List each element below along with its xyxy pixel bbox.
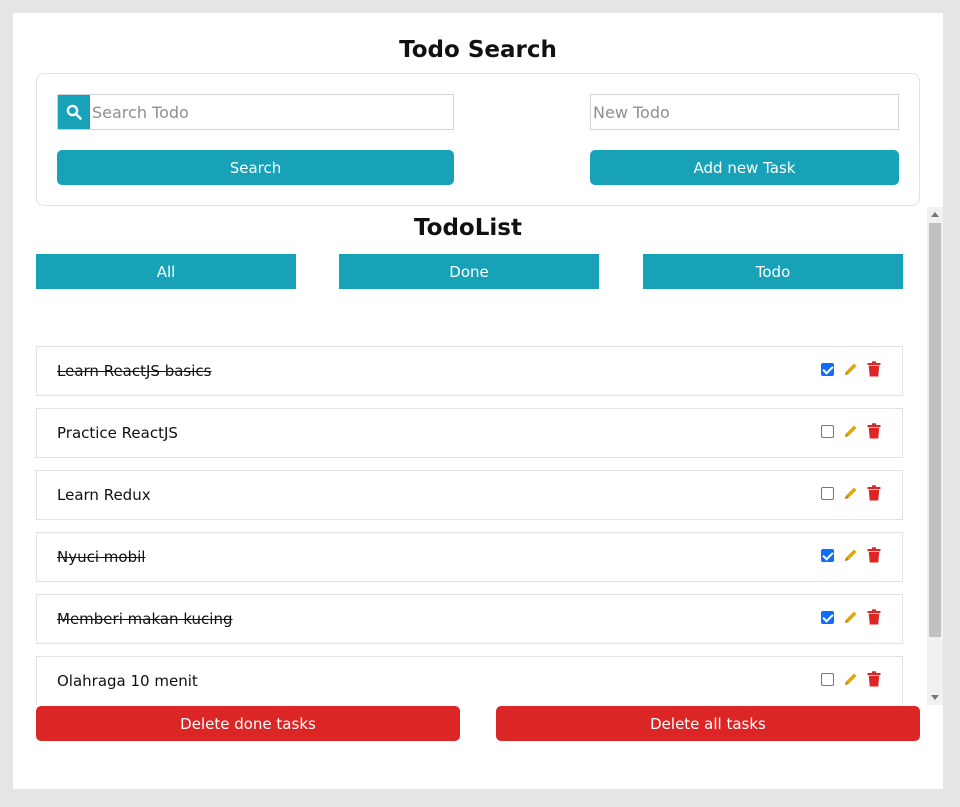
todo-item: Memberi makan kucing <box>36 594 903 644</box>
todo-item: Learn Redux <box>36 470 903 520</box>
trash-icon[interactable] <box>867 671 881 691</box>
new-todo-field <box>590 94 899 130</box>
pencil-icon[interactable] <box>843 485 859 505</box>
pencil-icon[interactable] <box>843 671 859 691</box>
todo-done-checkbox[interactable] <box>821 425 834 438</box>
search-icon <box>58 95 90 129</box>
todo-item: Olahraga 10 menit <box>36 656 903 705</box>
todo-done-checkbox[interactable] <box>821 611 834 624</box>
trash-icon[interactable] <box>867 609 881 629</box>
pencil-icon[interactable] <box>843 609 859 629</box>
todo-done-checkbox[interactable] <box>821 549 834 562</box>
todo-item-text: Nyuci mobil <box>57 548 146 566</box>
search-button[interactable]: Search <box>57 150 454 185</box>
trash-icon[interactable] <box>867 361 881 381</box>
scroll-down-arrow-icon[interactable] <box>931 695 939 700</box>
todo-item-text: Learn Redux <box>57 486 151 504</box>
add-task-button[interactable]: Add new Task <box>590 150 899 185</box>
filter-all-button[interactable]: All <box>36 254 296 289</box>
search-card: Search Add new Task <box>36 73 920 206</box>
todo-item-text: Practice ReactJS <box>57 424 178 442</box>
todo-item: Practice ReactJS <box>36 408 903 458</box>
todo-done-checkbox[interactable] <box>821 363 834 376</box>
todo-list-title: TodoList <box>414 215 522 241</box>
trash-icon[interactable] <box>867 547 881 567</box>
pencil-icon[interactable] <box>843 361 859 381</box>
todo-item-text: Olahraga 10 menit <box>57 672 198 690</box>
scroll-thumb[interactable] <box>929 223 941 637</box>
todo-item-text: Learn ReactJS basics <box>57 362 212 380</box>
todo-item: Learn ReactJS basics <box>36 346 903 396</box>
scroll-up-arrow-icon[interactable] <box>931 212 939 217</box>
app-page: Todo Search Search Add new Task TodoList… <box>13 13 943 789</box>
search-input[interactable] <box>90 95 453 129</box>
todo-item-text: Memberi makan kucing <box>57 610 233 628</box>
new-todo-input[interactable] <box>591 95 898 129</box>
pencil-icon[interactable] <box>843 547 859 567</box>
todo-list-scroll-area[interactable]: TodoList All Done Todo Learn ReactJS bas… <box>13 207 943 705</box>
list-scrollbar[interactable] <box>927 207 943 705</box>
trash-icon[interactable] <box>867 485 881 505</box>
todo-done-checkbox[interactable] <box>821 487 834 500</box>
search-field <box>57 94 454 130</box>
filter-done-button[interactable]: Done <box>339 254 599 289</box>
page-title: Todo Search <box>399 37 557 63</box>
filter-todo-button[interactable]: Todo <box>643 254 903 289</box>
todo-item: Nyuci mobil <box>36 532 903 582</box>
delete-done-tasks-button[interactable]: Delete done tasks <box>36 706 460 741</box>
todo-done-checkbox[interactable] <box>821 673 834 686</box>
trash-icon[interactable] <box>867 423 881 443</box>
pencil-icon[interactable] <box>843 423 859 443</box>
delete-all-tasks-button[interactable]: Delete all tasks <box>496 706 920 741</box>
